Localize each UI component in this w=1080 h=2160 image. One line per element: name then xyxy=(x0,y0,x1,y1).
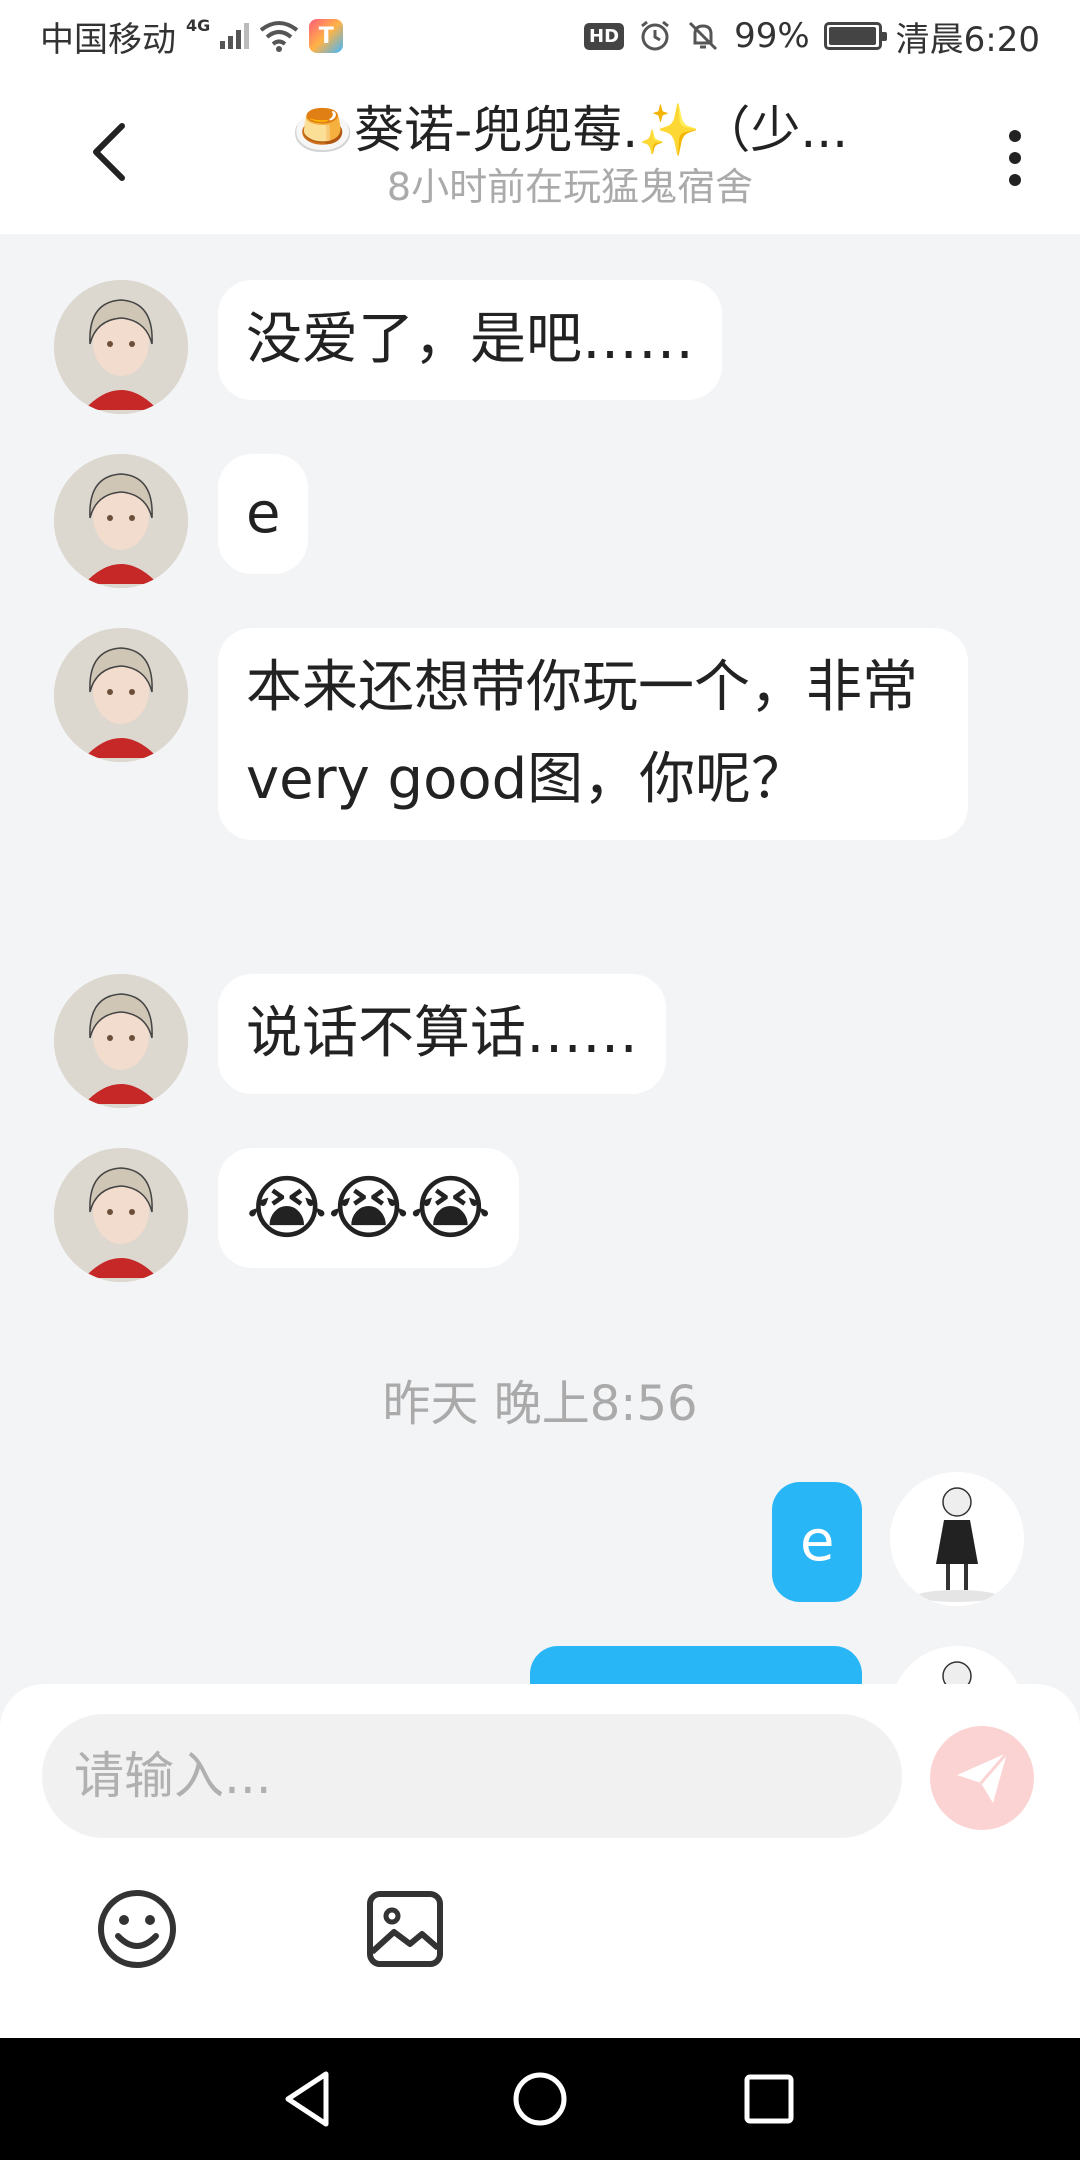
message-list[interactable]: 没爱了，是吧…… e 本来还想带你玩一个，非常very good图，你呢？ 说话… xyxy=(0,234,1080,1684)
clock: 清晨6:20 xyxy=(895,19,1040,60)
status-bar: 中国移动 4G T HD 99% 清晨6:20 xyxy=(0,0,1080,72)
chat-subtitle: 8小时前在玩猛鬼宿舍 xyxy=(386,165,754,209)
more-dot-icon xyxy=(1009,130,1021,142)
wifi-icon xyxy=(260,21,299,52)
contact-avatar[interactable] xyxy=(54,1148,188,1282)
title-wrap: 🍮葵诺-兜兜莓.✨（少... 8小时前在玩猛鬼宿舍 xyxy=(200,98,940,212)
more-options-button[interactable] xyxy=(990,118,1040,198)
chat-title: 🍮葵诺-兜兜莓.✨（少... xyxy=(291,101,849,159)
chevron-left-icon xyxy=(93,123,125,181)
contact-avatar[interactable] xyxy=(54,628,188,762)
alarm-icon xyxy=(641,20,669,51)
signal-icon xyxy=(220,23,250,49)
more-dot-icon xyxy=(1009,152,1021,164)
mute-icon xyxy=(689,21,718,51)
back-button[interactable] xyxy=(70,112,150,192)
contact-avatar[interactable] xyxy=(54,454,188,588)
contact-avatar[interactable] xyxy=(54,974,188,1108)
incoming-message-bubble[interactable]: 没爱了，是吧…… xyxy=(218,280,722,400)
smiley-icon xyxy=(98,1890,176,1968)
my-avatar[interactable] xyxy=(890,1472,1024,1606)
my-avatar[interactable] xyxy=(890,1646,1024,1684)
square-recents-icon xyxy=(744,2074,794,2124)
more-dot-icon xyxy=(1009,174,1021,186)
nav-recents-button[interactable] xyxy=(734,2064,804,2134)
status-right: HD 99% 清晨6:20 xyxy=(584,12,1040,61)
message-input[interactable] xyxy=(42,1714,902,1838)
input-panel xyxy=(0,1684,1080,2038)
emoji-button[interactable] xyxy=(92,1884,182,1974)
carrier-label: 中国移动 xyxy=(40,19,176,60)
battery-icon xyxy=(823,22,887,50)
chat-header: 🍮葵诺-兜兜莓.✨（少... 8小时前在玩猛鬼宿舍 xyxy=(0,72,1080,234)
image-button[interactable] xyxy=(360,1884,450,1974)
send-button[interactable] xyxy=(930,1726,1034,1830)
battery-percent: 99% xyxy=(734,16,810,56)
app-badge-icon: T xyxy=(309,19,344,53)
nav-home-button[interactable] xyxy=(505,2064,575,2134)
outgoing-message-bubble[interactable]: e xyxy=(772,1482,863,1602)
image-icon xyxy=(367,1891,443,1967)
nav-back-button[interactable] xyxy=(274,2064,344,2134)
system-nav-bar xyxy=(0,2038,1080,2160)
outgoing-message-bubble[interactable] xyxy=(530,1646,862,1684)
circle-home-icon xyxy=(513,2072,567,2126)
incoming-message-bubble[interactable]: e xyxy=(218,454,309,574)
battery-fill xyxy=(828,27,877,45)
timestamp-divider: 昨天 晚上8:56 xyxy=(382,1376,698,1432)
status-left: 中国移动 4G T xyxy=(40,12,344,61)
network-type: 4G xyxy=(186,15,211,35)
contact-avatar[interactable] xyxy=(54,280,188,414)
incoming-emoji-bubble[interactable]: 😭😭😭 xyxy=(218,1148,520,1268)
incoming-message-bubble[interactable]: 本来还想带你玩一个，非常very good图，你呢？ xyxy=(218,628,968,840)
send-icon xyxy=(957,1752,1009,1803)
triangle-back-icon xyxy=(285,2071,329,2127)
incoming-message-bubble[interactable]: 说话不算话…… xyxy=(218,974,666,1094)
hd-icon: HD xyxy=(584,22,625,50)
